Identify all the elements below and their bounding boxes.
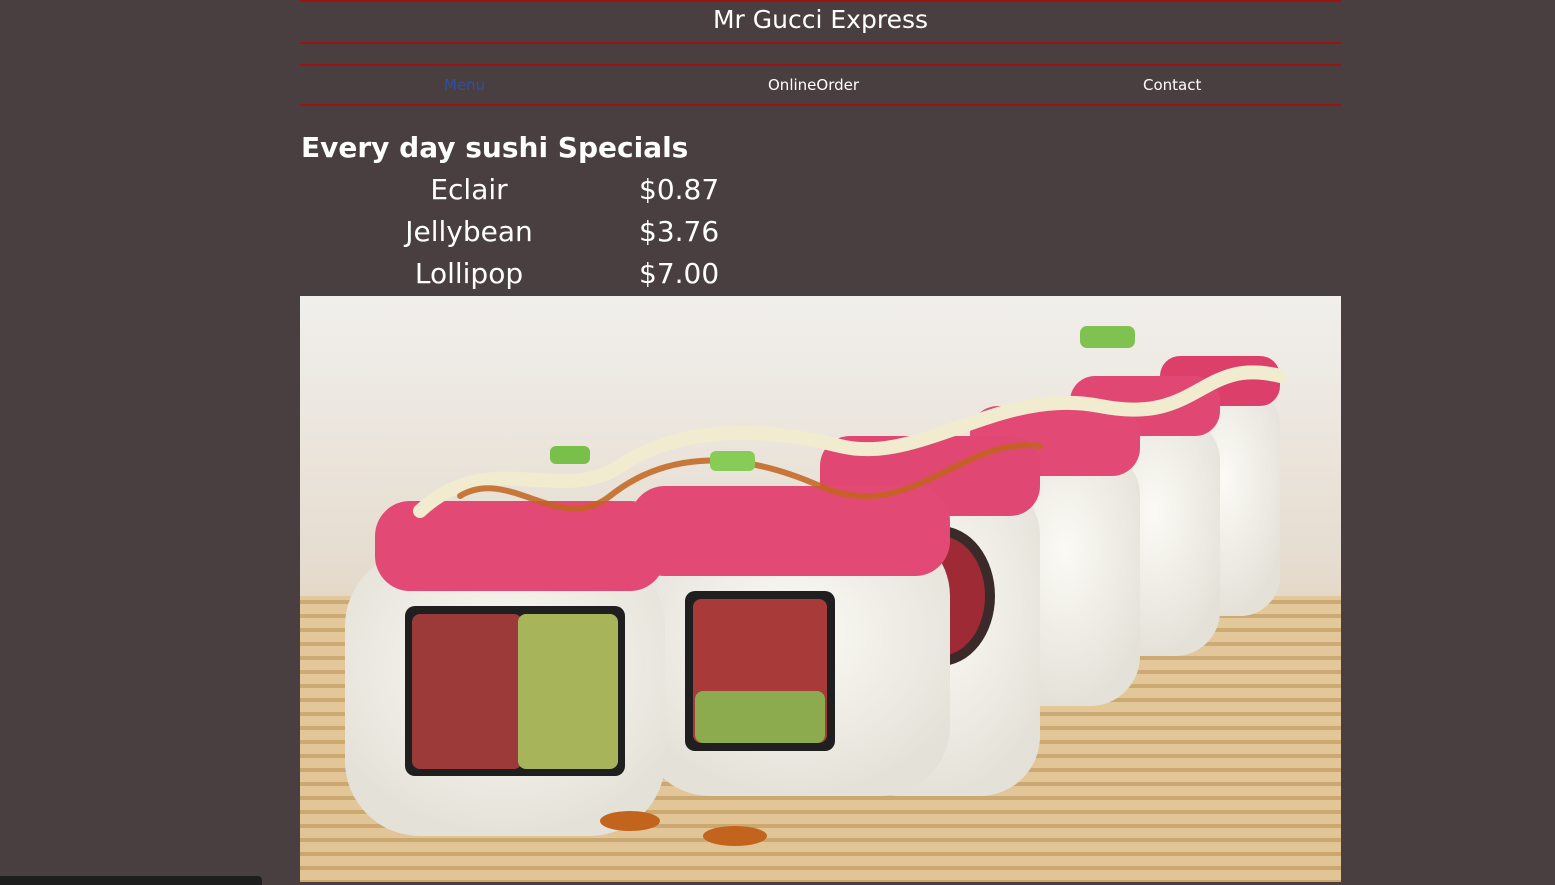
specials-heading: Every day sushi Specials [301, 131, 689, 164]
sushi-roll-photo [300, 296, 1341, 882]
list-item: Jellybean $3.76 [300, 214, 760, 256]
specials-list: Eclair $0.87 Jellybean $3.76 Lollipop $7… [300, 172, 760, 298]
special-name: Eclair [430, 173, 508, 206]
list-item: Lollipop $7.00 [300, 256, 760, 298]
browser-status-bar [0, 876, 262, 885]
sushi-roll-illustration [300, 296, 1341, 882]
special-price: $7.00 [639, 257, 720, 290]
list-item: Eclair $0.87 [300, 172, 760, 214]
special-name: Lollipop [414, 257, 524, 290]
main-nav: Menu OnlineOrder Contact [300, 64, 1341, 106]
header: Mr Gucci Express [300, 0, 1341, 44]
special-price: $0.87 [639, 173, 720, 206]
nav-item-contact[interactable]: Contact [1143, 76, 1201, 94]
page: Mr Gucci Express Menu OnlineOrder Contac… [0, 0, 1555, 885]
site-title: Mr Gucci Express [712, 5, 928, 34]
content-container: Mr Gucci Express Menu OnlineOrder Contac… [300, 0, 1341, 882]
sushi-piece-front-left [345, 501, 665, 836]
special-name: Jellybean [405, 215, 533, 248]
nav-item-menu[interactable]: Menu [444, 76, 485, 94]
nav-item-online-order[interactable]: OnlineOrder [768, 76, 859, 94]
special-price: $3.76 [639, 215, 720, 248]
sushi-piece-front-right [630, 486, 950, 796]
